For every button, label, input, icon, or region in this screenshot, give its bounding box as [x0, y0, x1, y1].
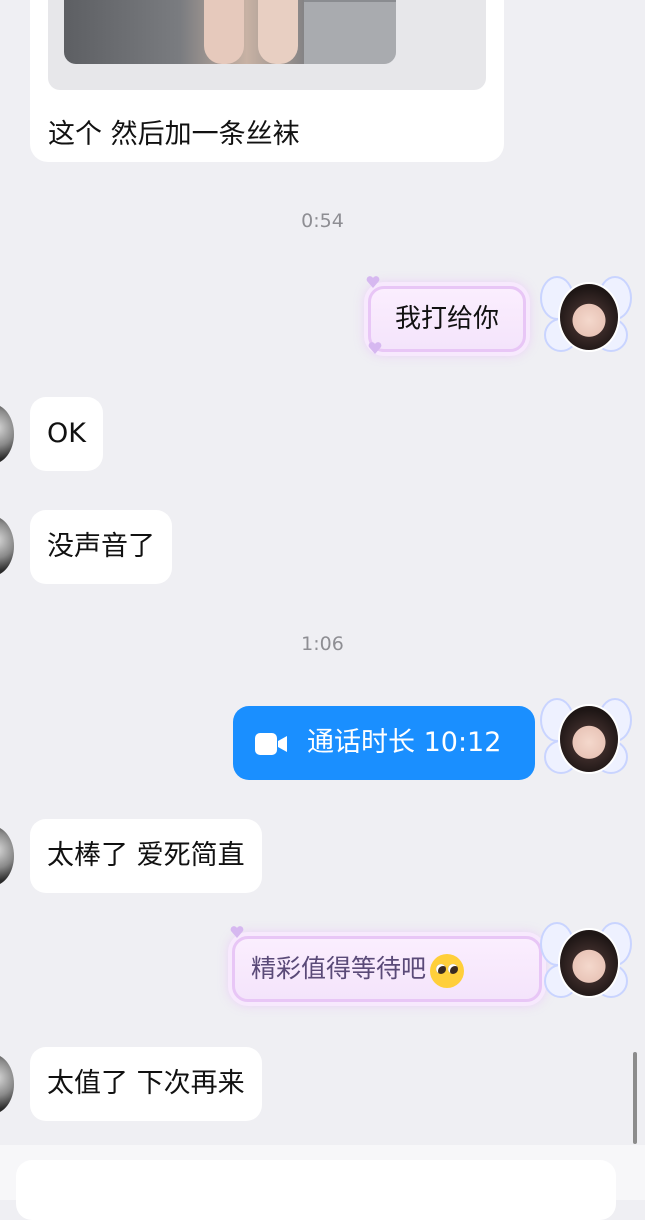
contact-avatar[interactable]	[0, 404, 14, 464]
timestamp: 1:06	[301, 633, 344, 655]
photo-detail	[258, 0, 298, 64]
call-duration-text: 通话时长 10:12	[307, 727, 502, 758]
heart-icon	[366, 276, 380, 288]
photo-detail	[304, 0, 396, 64]
photo-caption: 这个 然后加一条丝袜	[48, 119, 300, 150]
avatar-photo	[558, 704, 620, 774]
contact-avatar[interactable]	[0, 1054, 14, 1114]
contact-avatar[interactable]	[0, 826, 14, 886]
shared-photo[interactable]	[64, 0, 396, 64]
photo-detail	[204, 0, 244, 64]
sticker-text: 精彩值得等待吧	[251, 954, 427, 983]
call-record-message[interactable]: 通话时长 10:12	[233, 706, 535, 780]
sticker-text: 我打给你	[394, 304, 499, 334]
heart-icon	[230, 926, 244, 938]
sent-sticker-message[interactable]: 我打给你	[368, 286, 526, 352]
heart-icon	[368, 342, 382, 354]
sent-sticker-message[interactable]: 精彩值得等待吧	[232, 936, 542, 1002]
avatar-photo	[558, 928, 620, 998]
message-text: 太值了 下次再来	[47, 1068, 245, 1099]
video-camera-icon	[255, 733, 287, 755]
received-message[interactable]: OK	[30, 397, 103, 471]
message-text: OK	[47, 418, 86, 449]
my-avatar[interactable]	[540, 914, 632, 1006]
avatar-photo	[558, 282, 620, 352]
received-message[interactable]: 太棒了 爱死简直	[30, 819, 262, 893]
received-message[interactable]: 太值了 下次再来	[30, 1047, 262, 1121]
contact-avatar[interactable]	[0, 516, 14, 576]
message-input[interactable]	[16, 1160, 616, 1220]
pleading-face-icon	[430, 953, 465, 988]
my-avatar[interactable]	[540, 268, 632, 360]
my-avatar[interactable]	[540, 690, 632, 782]
timestamp: 0:54	[301, 210, 344, 232]
received-message[interactable]: 没声音了	[30, 510, 172, 584]
message-text: 太棒了 爱死简直	[47, 840, 245, 871]
message-text: 没声音了	[47, 531, 155, 562]
scrollbar[interactable]	[633, 1052, 637, 1144]
